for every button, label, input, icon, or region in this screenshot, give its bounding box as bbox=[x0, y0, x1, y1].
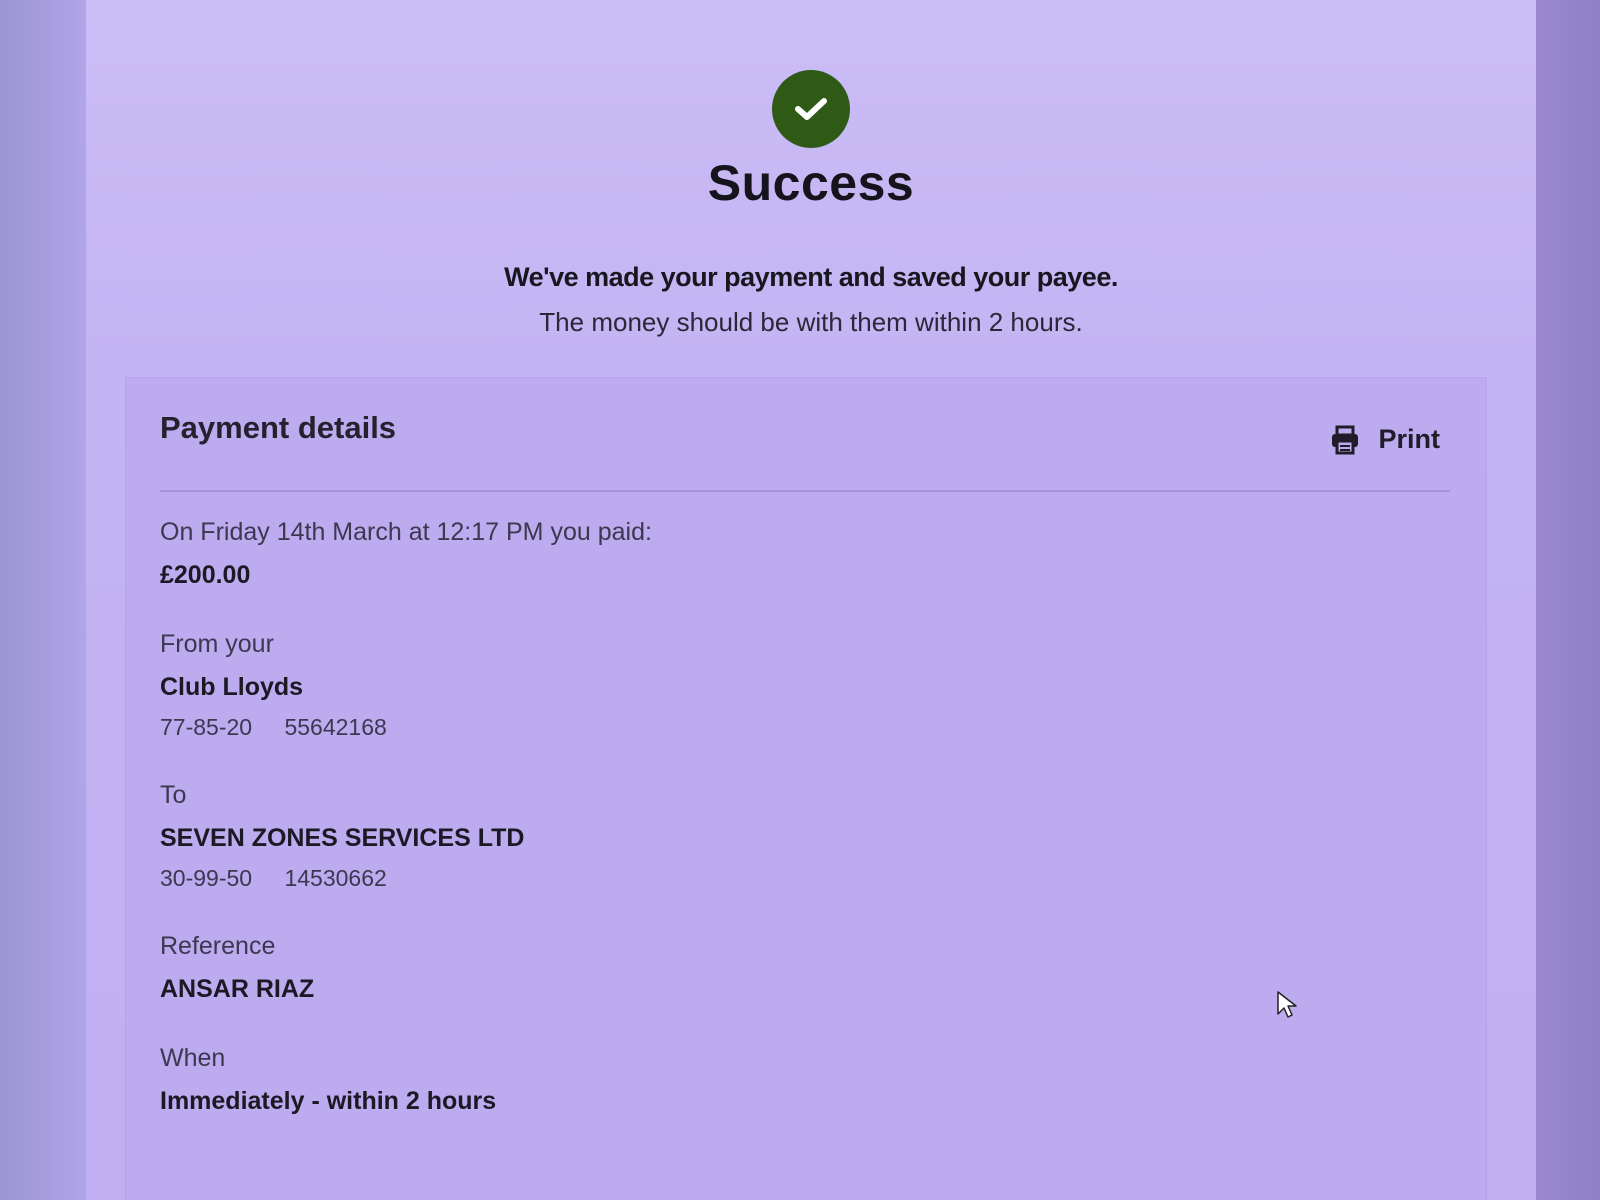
from-group: From your Club Lloyds 77-85-20 55642168 bbox=[160, 630, 960, 741]
payment-details-title: Payment details bbox=[160, 410, 397, 445]
when-label: When bbox=[160, 1044, 226, 1072]
confirmation-page: Success We've made your payment and save… bbox=[86, 0, 1536, 1200]
payee-sort-code: 30-99-50 bbox=[160, 865, 253, 891]
confirmation-submessage: The money should be with them within 2 h… bbox=[539, 307, 1083, 337]
success-badge bbox=[772, 70, 850, 148]
mouse-pointer-icon bbox=[1277, 991, 1297, 1018]
print-label: Print bbox=[1378, 424, 1440, 454]
from-account-name: Club Lloyds bbox=[160, 673, 304, 701]
confirmation-message: We've made your payment and saved your p… bbox=[504, 262, 1118, 292]
payee-name: SEVEN ZONES SERVICES LTD bbox=[160, 824, 525, 852]
payment-details-header: Payment details Print bbox=[160, 410, 1450, 492]
reference-label: Reference bbox=[160, 932, 276, 960]
page-title: Success bbox=[707, 155, 915, 211]
check-icon bbox=[795, 98, 827, 120]
from-label: From your bbox=[160, 630, 274, 658]
payment-details-list: On Friday 14th March at 12:17 PM you pai… bbox=[160, 518, 960, 1156]
printer-icon bbox=[1332, 425, 1359, 454]
paid-intro: On Friday 14th March at 12:17 PM you pai… bbox=[160, 518, 652, 546]
to-group: To SEVEN ZONES SERVICES LTD 30-99-50 145… bbox=[160, 781, 960, 892]
confirmation-header: Success We've made your payment and save… bbox=[86, 70, 1536, 338]
when-value: Immediately - within 2 hours bbox=[160, 1087, 497, 1115]
when-group: When Immediately - within 2 hours bbox=[160, 1044, 960, 1116]
payment-amount: £200.00 bbox=[160, 561, 251, 589]
payee-account-numbers: 30-99-50 14530662 bbox=[160, 865, 960, 892]
reference-value: ANSAR RIAZ bbox=[160, 975, 315, 1003]
paid-group: On Friday 14th March at 12:17 PM you pai… bbox=[160, 518, 960, 590]
reference-group: Reference ANSAR RIAZ bbox=[160, 932, 960, 1004]
payee-account-number: 14530662 bbox=[284, 865, 387, 891]
print-button[interactable]: Print bbox=[1330, 424, 1440, 455]
from-account-number: 55642168 bbox=[284, 714, 387, 740]
payment-details-card: Payment details Print On Friday 14th Mar… bbox=[126, 378, 1486, 1200]
from-account-numbers: 77-85-20 55642168 bbox=[160, 714, 960, 741]
to-label: To bbox=[160, 781, 187, 809]
from-sort-code: 77-85-20 bbox=[160, 714, 253, 740]
